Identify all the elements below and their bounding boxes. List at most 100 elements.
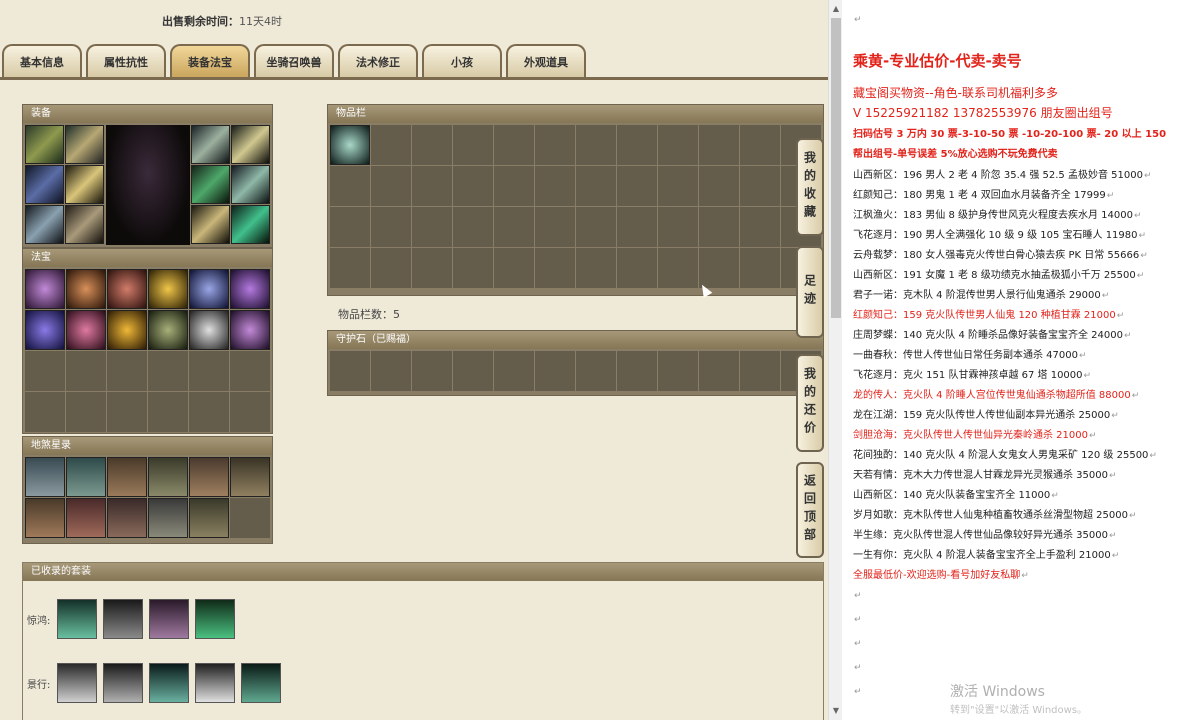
doc-bold-2: 帮出组号-单号误差 5%放心选购不玩免费代卖 xyxy=(853,149,1058,160)
inventory-slot-empty xyxy=(740,166,780,206)
scroll-up-icon[interactable]: ▲ xyxy=(829,2,843,16)
inventory-slot-empty xyxy=(494,248,534,288)
magic-slot[interactable] xyxy=(230,310,270,350)
magic-slot-empty xyxy=(148,351,188,391)
doc-listing-line: 花间独酌：140 克火队 4 阶混人女鬼女人男鬼采矿 120 级 25500↵ xyxy=(853,450,1157,461)
suit-item[interactable] xyxy=(57,599,97,639)
magic-slot[interactable] xyxy=(66,310,106,350)
magic-slot-empty xyxy=(66,392,106,432)
document-panel: ↵ 乘黄-专业估价-代卖-卖号 藏宝阁买物资--角色-联系司机福利多多 V 15… xyxy=(842,0,1180,720)
suit-item[interactable] xyxy=(103,663,143,703)
magic-title: 法宝 xyxy=(23,249,272,267)
magic-slot[interactable] xyxy=(189,269,229,309)
inventory-slot-empty xyxy=(658,166,698,206)
equip-slot[interactable] xyxy=(25,205,64,244)
doc-heading: 乘黄-专业估价-代卖-卖号 xyxy=(853,52,1022,70)
tianjiang-title: 地煞星录 xyxy=(23,437,272,455)
magic-slot[interactable] xyxy=(230,269,270,309)
portrait-slot-empty xyxy=(230,498,270,538)
magic-slot-empty xyxy=(230,392,270,432)
magic-slot[interactable] xyxy=(107,310,147,350)
portrait-slot[interactable] xyxy=(189,498,229,538)
inventory-slot[interactable] xyxy=(330,125,370,165)
equip-slot[interactable] xyxy=(25,165,64,204)
equip-slot[interactable] xyxy=(25,125,64,164)
inventory-slot-empty xyxy=(412,248,452,288)
portrait-slot[interactable] xyxy=(230,457,270,497)
magic-slot[interactable] xyxy=(25,269,65,309)
inventory-slot-empty xyxy=(699,166,739,206)
equip-slot[interactable] xyxy=(65,125,104,164)
doc-sub-2: V 15225921182 13782553976 朋友圈出组号 xyxy=(853,106,1113,120)
equip-slot[interactable] xyxy=(231,205,270,244)
sale-time-value: 11天4时 xyxy=(239,15,282,28)
inventory-slot-empty xyxy=(412,207,452,247)
portrait-slot[interactable] xyxy=(107,457,147,497)
equip-slot[interactable] xyxy=(191,165,230,204)
tab-appearance[interactable]: 外观道具 xyxy=(506,44,586,78)
portrait-slot[interactable] xyxy=(66,498,106,538)
suit-item[interactable] xyxy=(57,663,97,703)
suit-row-jinghong: 惊鸿: xyxy=(23,599,241,639)
magic-slot[interactable] xyxy=(148,269,188,309)
equip-slot[interactable] xyxy=(231,165,270,204)
side-tab-history[interactable]: 足迹 xyxy=(796,246,824,338)
equip-slot[interactable] xyxy=(191,125,230,164)
scroll-thumb[interactable] xyxy=(831,18,841,318)
portrait-slot[interactable] xyxy=(189,457,229,497)
portrait-slot[interactable] xyxy=(66,457,106,497)
doc-listing-line: 一曲春秋：传世人传世仙日常任务副本通杀 47000↵ xyxy=(853,350,1087,361)
tab-child[interactable]: 小孩 xyxy=(422,44,502,78)
portrait-slot[interactable] xyxy=(148,498,188,538)
suit-row-jingxing: 景行: xyxy=(23,663,287,703)
tab-equipment[interactable]: 装备法宝 xyxy=(170,44,250,78)
equipment-right-slots xyxy=(191,125,271,244)
doc-listing-line: 山西新区：191 女魔 1 老 8 级功绩克水抽孟极狐小千万 25500↵ xyxy=(853,270,1145,281)
magic-slot[interactable] xyxy=(107,269,147,309)
portrait-slot[interactable] xyxy=(148,457,188,497)
tab-spell-fix[interactable]: 法术修正 xyxy=(338,44,418,78)
game-panel: 出售剩余时间：11天4时 基本信息 属性抗性 装备法宝 坐骑召唤兽 法术修正 小… xyxy=(0,0,828,720)
portrait-slot[interactable] xyxy=(25,498,65,538)
inventory-grid xyxy=(330,125,822,288)
inventory-slot-empty xyxy=(658,207,698,247)
suit-item[interactable] xyxy=(241,663,281,703)
magic-slot[interactable] xyxy=(25,310,65,350)
suit-item[interactable] xyxy=(149,599,189,639)
side-tab-favorites[interactable]: 我的收藏 xyxy=(796,138,824,236)
doc-listing-line: 半生缘：克火队传世混人传世仙品像较好异光通杀 35000↵ xyxy=(853,530,1117,541)
portrait-slot[interactable] xyxy=(107,498,147,538)
inventory-slot-empty xyxy=(576,166,616,206)
inventory-slot-empty xyxy=(494,207,534,247)
magic-slot[interactable] xyxy=(189,310,229,350)
magic-grid xyxy=(25,269,271,432)
magic-slot[interactable] xyxy=(148,310,188,350)
suit-panel: 已收录的套装 惊鸿: 景行: xyxy=(22,562,824,720)
paragraph-mark-icon: ↵ xyxy=(854,615,862,625)
tab-basic-info[interactable]: 基本信息 xyxy=(2,44,82,78)
guard-slot-empty xyxy=(576,351,616,391)
magic-slot[interactable] xyxy=(66,269,106,309)
guard-stone-panel: 守护石（已赐福） xyxy=(327,330,824,396)
equip-slot[interactable] xyxy=(231,125,270,164)
suit-item[interactable] xyxy=(195,599,235,639)
suit-item[interactable] xyxy=(149,663,189,703)
doc-listing-line-red: 红颜知己：159 克火队传世男人仙鬼 120 种植甘霖 21000↵ xyxy=(853,310,1125,321)
suit-item[interactable] xyxy=(195,663,235,703)
inventory-slot-empty xyxy=(371,207,411,247)
page-scrollbar[interactable]: ▲ ▼ xyxy=(828,0,842,720)
portrait-slot[interactable] xyxy=(25,457,65,497)
tab-mounts[interactable]: 坐骑召唤兽 xyxy=(254,44,334,78)
magic-slot-empty xyxy=(189,351,229,391)
equip-slot[interactable] xyxy=(191,205,230,244)
inventory-slot-empty xyxy=(535,125,575,165)
scroll-down-icon[interactable]: ▼ xyxy=(829,704,843,718)
magic-slot-empty xyxy=(107,351,147,391)
inventory-panel: 物品栏 xyxy=(327,104,824,296)
suit-item[interactable] xyxy=(103,599,143,639)
equip-slot[interactable] xyxy=(65,205,104,244)
tab-attributes[interactable]: 属性抗性 xyxy=(86,44,166,78)
side-tab-my-offers[interactable]: 我的还价 xyxy=(796,354,824,452)
side-tab-back-to-top[interactable]: 返回顶部 xyxy=(796,462,824,558)
equip-slot[interactable] xyxy=(65,165,104,204)
